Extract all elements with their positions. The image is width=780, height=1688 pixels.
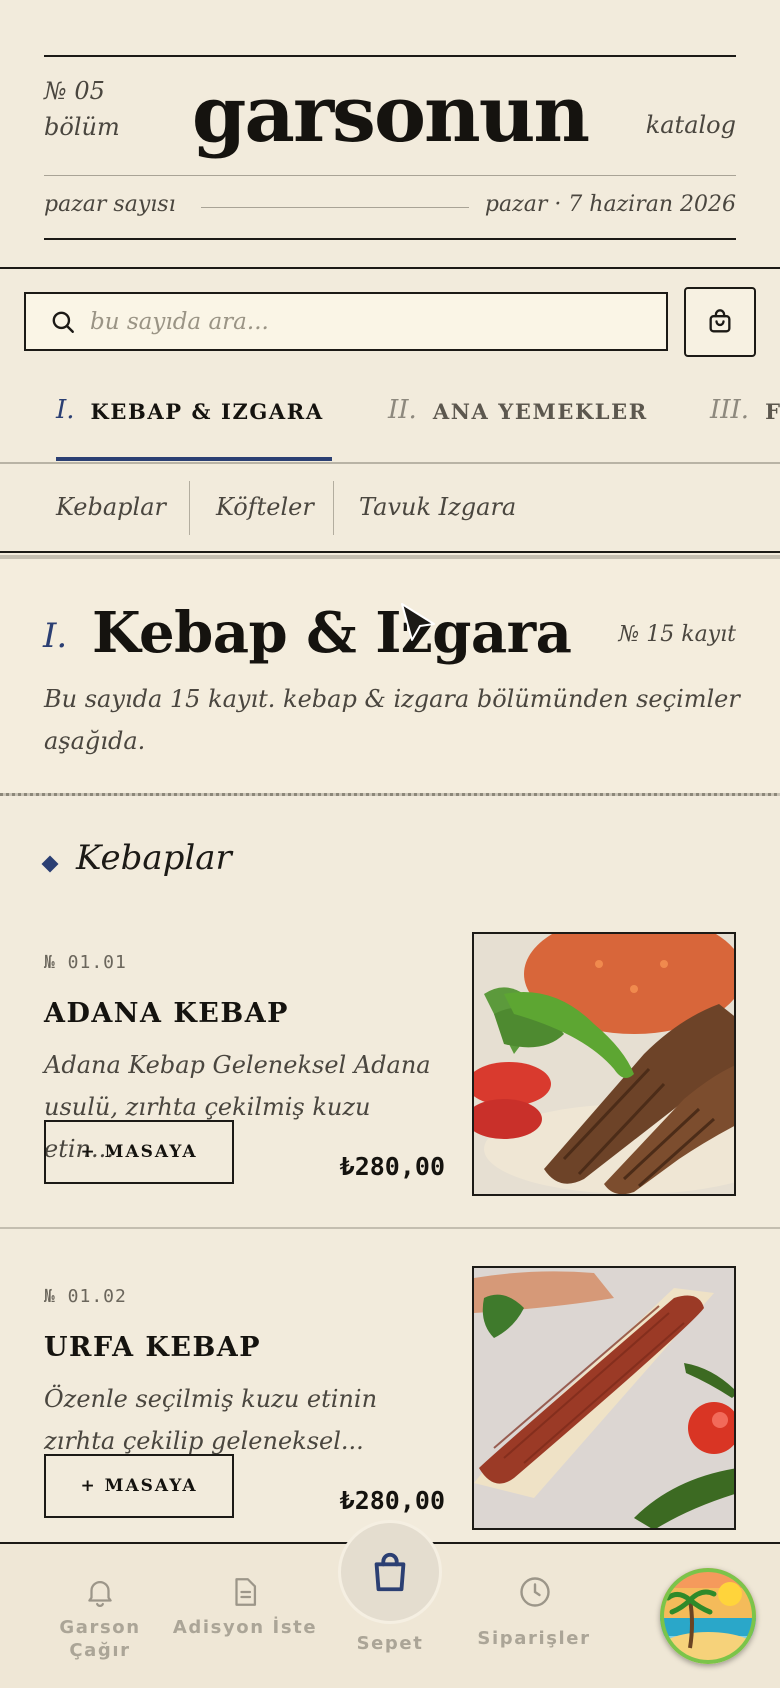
section-title: Kebap & Izgara: [92, 600, 572, 666]
subcategory-kebaplar[interactable]: Kebaplar: [56, 478, 166, 536]
product-price: ₺280,00: [339, 1152, 445, 1181]
issue-date: pazar · 7 haziran 2026: [484, 192, 736, 217]
shopping-bag-icon: [374, 1552, 406, 1592]
edition-divider: [201, 207, 469, 208]
tab-number: II.: [388, 395, 417, 425]
subcategory-rule-shadow: [0, 555, 780, 559]
active-tab-indicator: [56, 457, 332, 461]
tab-ana-yemekler[interactable]: II. ANA YEMEKLER: [388, 395, 648, 465]
search-icon: [52, 311, 74, 333]
masthead-rule-bottom: [44, 238, 736, 240]
palm-beach-icon: [660, 1568, 756, 1664]
receipt-icon: [235, 1578, 257, 1606]
product-description: Özenle seçilmiş kuzu etinin zırhta çekil…: [44, 1385, 378, 1455]
edition-label: pazar sayısı: [44, 192, 176, 217]
tab-label: KEBAP & IZGARA: [90, 399, 324, 424]
masthead-rule: [44, 55, 736, 57]
nav-cart-label: Sepet: [356, 1633, 424, 1654]
app-title: garsonun: [191, 69, 590, 160]
product-name: URFA KEBAP: [44, 1332, 262, 1363]
bell-icon: [88, 1581, 112, 1607]
tab-kebap-izgara[interactable]: I. KEBAP & IZGARA: [56, 395, 324, 465]
tabs-divider: [0, 462, 780, 464]
add-to-table-button[interactable]: + MASAYA: [44, 1454, 234, 1518]
tab-third-category[interactable]: III. F: [710, 395, 780, 465]
search-bar[interactable]: [24, 292, 668, 351]
add-to-table-button[interactable]: + MASAYA: [44, 1120, 234, 1184]
subcategory-bar: Kebaplar Köfteler Tavuk Izgara: [0, 478, 780, 536]
cart-button[interactable]: [684, 287, 756, 357]
subcategory-rule: [0, 551, 780, 553]
group-title: Kebaplar: [76, 838, 232, 878]
adana-kebap-photo: [474, 934, 734, 1194]
clock-icon: [520, 1577, 550, 1607]
section-header: I. Kebap & Izgara № 15 kayıt Bu sayıda 1…: [0, 560, 780, 794]
diamond-icon: [41, 855, 59, 873]
product-card[interactable]: № 01.01 ADANA KEBAP Adana Kebap Geleneks…: [0, 922, 780, 1256]
product-price: ₺280,00: [339, 1486, 445, 1515]
beach-logo-badge[interactable]: [660, 1568, 756, 1664]
masthead-divider: [44, 175, 736, 176]
product-code: № 01.02: [44, 1286, 127, 1307]
search-input[interactable]: [90, 308, 610, 335]
nav-orders[interactable]: Siparişler: [459, 1544, 609, 1688]
nav-label: Garson Çağır: [59, 1617, 141, 1661]
product-image[interactable]: [472, 1266, 736, 1530]
section-divider: [0, 793, 780, 796]
subcategory-kofteler[interactable]: Köfteler: [216, 478, 314, 536]
product-image[interactable]: [472, 932, 736, 1196]
nav-label: Adisyon İste: [172, 1617, 318, 1638]
tab-number: I.: [56, 395, 75, 425]
tab-label: F: [765, 399, 780, 424]
section-description: Bu sayıda 15 kayıt. kebap & izgara bölüm…: [44, 685, 740, 755]
catalog-label: katalog: [645, 111, 736, 139]
product-code: № 01.01: [44, 952, 127, 973]
category-tabs: I. KEBAP & IZGARA II. ANA YEMEKLER III. …: [0, 395, 780, 465]
tab-number: III.: [710, 395, 750, 425]
section-number: I.: [43, 616, 68, 656]
nav-call-waiter[interactable]: Garson Çağır: [25, 1544, 175, 1688]
menu-page: № 05 bölüm garsonun katalog pazar sayısı…: [0, 0, 780, 1688]
subcategory-divider: [189, 481, 190, 535]
mouse-cursor-icon: [401, 603, 435, 641]
header-divider: [0, 267, 780, 269]
card-divider: [0, 1227, 780, 1229]
product-name: ADANA KEBAP: [44, 998, 289, 1029]
section-count: № 15 kayıt: [618, 622, 736, 647]
tab-label: ANA YEMEKLER: [432, 399, 648, 424]
nav-label: Siparişler: [477, 1628, 591, 1649]
subcategory-divider: [333, 481, 334, 535]
subcategory-tavuk-izgara[interactable]: Tavuk Izgara: [359, 478, 516, 536]
urfa-kebap-photo: [474, 1268, 734, 1528]
shopping-bag-icon: [709, 309, 731, 333]
nav-request-bill[interactable]: Adisyon İste: [170, 1544, 320, 1688]
group-heading: Kebaplar: [0, 830, 780, 890]
nav-cart-button[interactable]: [338, 1520, 442, 1624]
